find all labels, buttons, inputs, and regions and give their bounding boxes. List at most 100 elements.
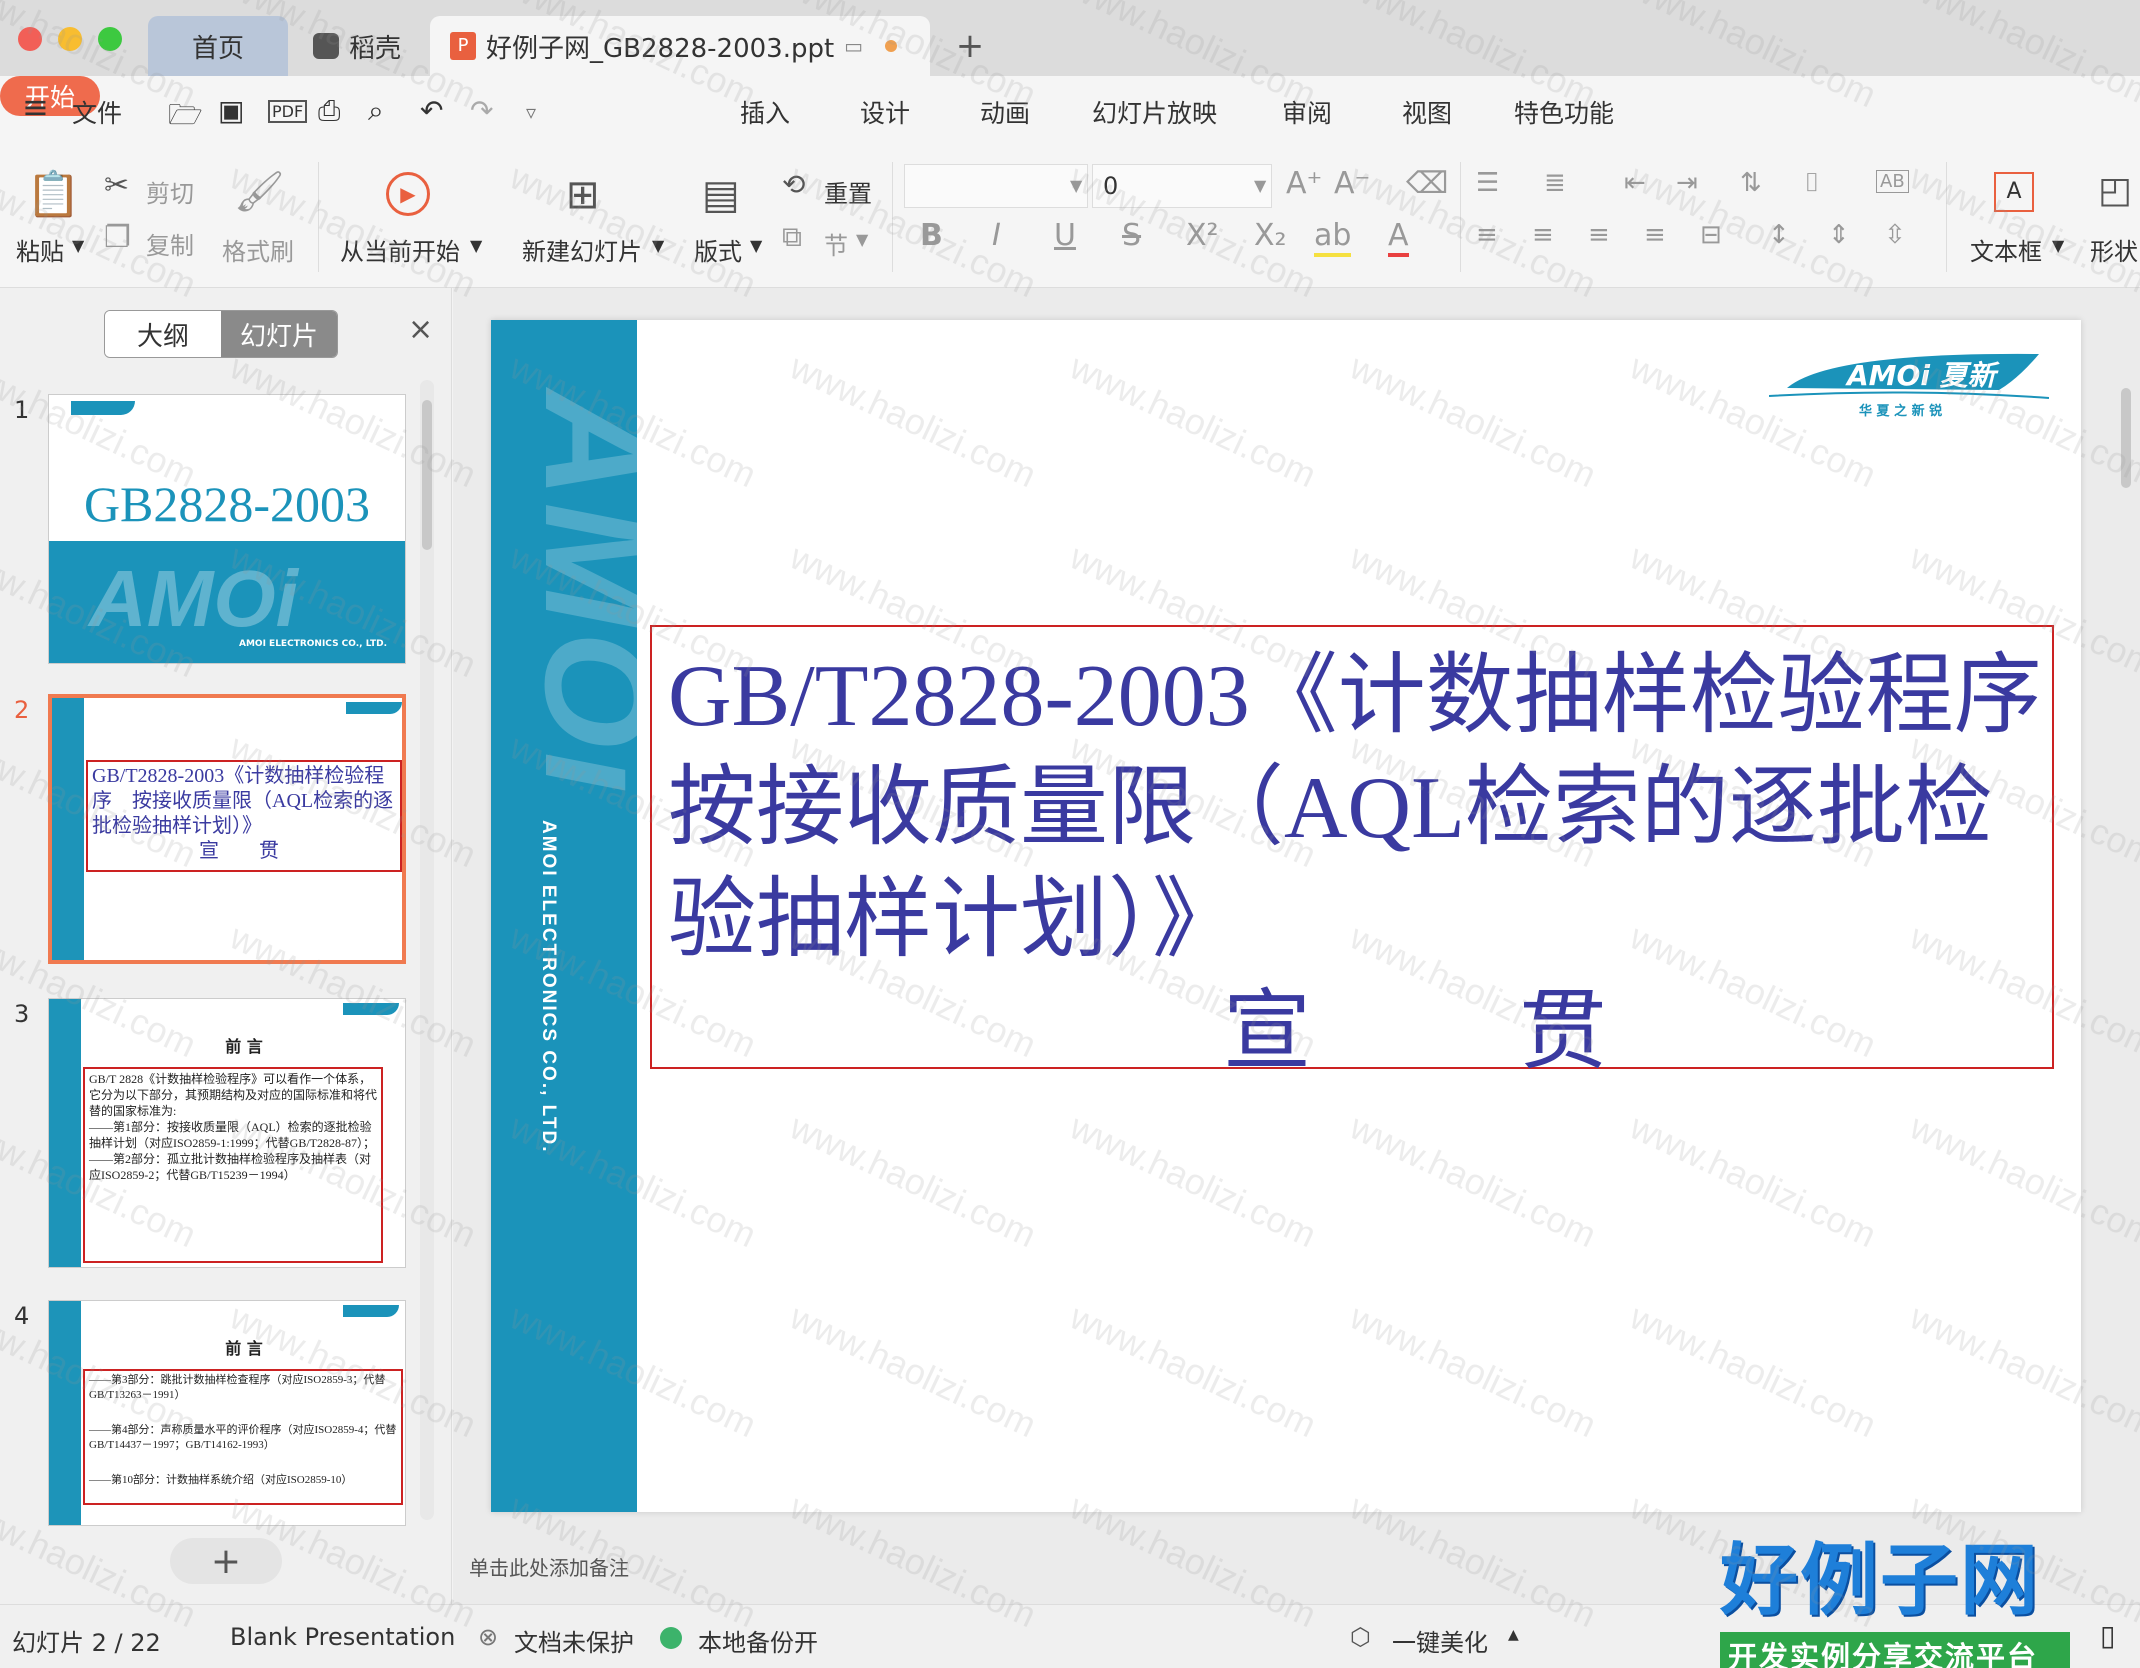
undo-icon[interactable]: ↶ — [420, 94, 443, 127]
new-slide-icon[interactable]: ⊞ — [566, 172, 600, 218]
new-slide-button[interactable]: 新建幻灯片 — [522, 232, 642, 267]
font-name-select[interactable] — [904, 164, 1088, 208]
textbox-dropdown-icon[interactable]: ▼ — [2052, 236, 2064, 255]
section-icon[interactable]: ⧉ — [782, 220, 802, 254]
textbox-icon[interactable]: A — [1994, 172, 2034, 212]
thumbnail-scrollbar-thumb[interactable] — [422, 400, 432, 550]
save-icon[interactable]: ▣ — [218, 94, 244, 127]
decrease-font-icon[interactable]: A⁻ — [1334, 166, 1370, 201]
play-from-current-icon[interactable]: ▶ — [386, 172, 430, 216]
menu-tab-insert[interactable]: 插入 — [740, 94, 790, 130]
section-dropdown-icon[interactable]: ▼ — [856, 230, 868, 249]
menu-tab-special[interactable]: 特色功能 — [1514, 94, 1614, 130]
cut-button[interactable]: 剪切 — [146, 174, 194, 209]
print-preview-icon[interactable]: ⌕ — [368, 94, 384, 128]
numbered-list-icon[interactable]: ≣ — [1544, 168, 1566, 198]
menu-tab-slideshow[interactable]: 幻灯片放映 — [1092, 94, 1217, 130]
close-window-button[interactable] — [18, 27, 42, 51]
new-slide-dropdown-icon[interactable]: ▼ — [652, 236, 664, 255]
sort-icon[interactable]: ⇅ — [1740, 168, 1762, 198]
decrease-indent-icon[interactable]: ⇤ — [1624, 168, 1646, 198]
justify-icon[interactable]: ≡ — [1644, 220, 1666, 250]
subscript-icon[interactable]: X₂ — [1254, 218, 1287, 253]
highlight-icon[interactable]: ab — [1314, 218, 1352, 257]
format-painter-button[interactable]: 格式刷 — [222, 232, 294, 267]
hamburger-menu-icon[interactable]: ≡ — [22, 88, 49, 126]
quick-access-dropdown-icon[interactable]: ▿ — [526, 100, 536, 124]
underline-icon[interactable]: U — [1054, 218, 1076, 253]
layout-button[interactable]: 版式 — [694, 232, 742, 267]
text-fit-icon[interactable]: ⌷ — [1804, 168, 1820, 199]
doc-protect-status[interactable]: 文档未保护 — [514, 1623, 634, 1658]
increase-font-icon[interactable]: A⁺ — [1286, 166, 1322, 201]
font-name-dropdown-icon[interactable]: ▼ — [1070, 176, 1082, 195]
export-pdf-icon[interactable]: PDF — [268, 100, 308, 123]
paste-button[interactable]: 粘贴 — [16, 232, 64, 267]
bold-icon[interactable]: B — [920, 218, 943, 253]
canvas-scrollbar[interactable] — [2121, 388, 2135, 1508]
outline-tab[interactable]: 大纲 — [105, 311, 221, 357]
line-spacing-icon[interactable]: ↕ — [1768, 220, 1790, 250]
layout-icon[interactable]: ▤ — [702, 172, 740, 218]
close-panel-icon[interactable]: × — [408, 312, 433, 347]
superscript-icon[interactable]: X² — [1186, 218, 1219, 253]
paragraph-spacing-icon[interactable]: ⇕ — [1828, 220, 1850, 250]
add-slide-button[interactable]: + — [170, 1538, 282, 1584]
layout-dropdown-icon[interactable]: ▼ — [750, 236, 762, 255]
slide-title-box[interactable]: GB/T2828-2003《计数抽样检验程序 按接收质量限（AQL检索的逐批检验… — [650, 625, 2081, 1081]
current-slide[interactable]: AMOi AMOI ELECTRONICS CO., LTD. AMOi 夏新 … — [491, 320, 2081, 1512]
from-current-dropdown-icon[interactable]: ▼ — [470, 236, 482, 255]
thumbnail-scrollbar[interactable] — [420, 380, 434, 1520]
tab-home[interactable]: 首页 — [148, 16, 288, 76]
slide-thumbnail-1[interactable]: GB2828-2003 AMOi AMOI ELECTRONICS CO., L… — [48, 394, 406, 664]
strikethrough-icon[interactable]: S — [1122, 218, 1141, 253]
beautify-caret-icon[interactable]: ▲ — [1508, 1627, 1519, 1643]
shape-icon[interactable]: ◰ — [2098, 170, 2132, 211]
shape-button[interactable]: 形状 — [2090, 232, 2138, 267]
align-left-icon[interactable]: ≡ — [1476, 220, 1498, 250]
menu-tab-design[interactable]: 设计 — [860, 94, 910, 130]
italic-icon[interactable]: I — [992, 218, 1001, 253]
new-tab-button[interactable]: + — [950, 16, 990, 76]
menu-file[interactable]: 文件 — [72, 94, 122, 130]
slide-thumbnail-3[interactable]: 前 言 GB/T 2828《计数抽样检验程序》可以看作一个体系，它分为以下部分，… — [48, 998, 406, 1268]
clear-format-icon[interactable]: ⌫ — [1406, 166, 1448, 201]
scissors-icon[interactable]: ✂ — [104, 168, 129, 203]
local-backup-status[interactable]: 本地备份开 — [698, 1623, 818, 1658]
paste-icon[interactable]: 📋 — [26, 168, 81, 220]
open-icon[interactable]: 🗁 — [168, 94, 203, 142]
redo-icon[interactable]: ↷ — [470, 94, 493, 127]
paragraph-settings-icon[interactable]: ⇳ — [1884, 220, 1906, 250]
tab-docer[interactable]: 稻壳 — [292, 16, 422, 76]
font-size-dropdown-icon[interactable]: ▼ — [1254, 176, 1266, 195]
reset-icon[interactable]: ⟲ — [782, 168, 805, 201]
increase-indent-icon[interactable]: ⇥ — [1676, 168, 1698, 198]
menu-tab-view[interactable]: 视图 — [1402, 94, 1452, 130]
print-icon[interactable]: ⎙ — [318, 94, 340, 128]
textbox-button[interactable]: 文本框 — [1970, 232, 2042, 267]
maximize-window-button[interactable] — [98, 27, 122, 51]
slide-thumbnail-4[interactable]: 前 言 ——第3部分：跳批计数抽样检查程序（对应ISO2859-3；代替GB/T… — [48, 1300, 406, 1526]
section-button[interactable]: 节 — [824, 226, 848, 261]
reset-button[interactable]: 重置 — [824, 174, 872, 209]
paste-dropdown-icon[interactable]: ▼ — [72, 236, 84, 255]
bullet-list-icon[interactable]: ☰ — [1476, 168, 1499, 198]
font-size-select[interactable]: 0 — [1092, 164, 1272, 208]
copy-icon[interactable]: ❐ — [104, 220, 131, 255]
menu-tab-animation[interactable]: 动画 — [980, 94, 1030, 130]
font-color-icon[interactable]: A — [1388, 218, 1409, 257]
notes-placeholder[interactable]: 单击此处添加备注 — [469, 1552, 629, 1581]
align-center-icon[interactable]: ≡ — [1532, 220, 1554, 250]
copy-button[interactable]: 复制 — [146, 226, 194, 261]
one-click-beautify-button[interactable]: 一键美化 — [1392, 1623, 1488, 1658]
minimize-window-button[interactable] — [58, 27, 82, 51]
distribute-icon[interactable]: ⊟ — [1700, 220, 1722, 250]
menu-tab-review[interactable]: 审阅 — [1282, 94, 1332, 130]
slides-tab[interactable]: 幻灯片 — [221, 311, 337, 357]
from-current-button[interactable]: 从当前开始 — [340, 232, 460, 267]
tab-document[interactable]: P 好例子网_GB2828-2003.ppt ▭ — [430, 16, 930, 76]
reading-view-icon[interactable]: ▯ — [2100, 1619, 2115, 1652]
format-painter-icon[interactable]: 🖌 — [234, 168, 285, 215]
align-right-icon[interactable]: ≡ — [1588, 220, 1610, 250]
canvas-scrollbar-thumb[interactable] — [2121, 388, 2131, 488]
